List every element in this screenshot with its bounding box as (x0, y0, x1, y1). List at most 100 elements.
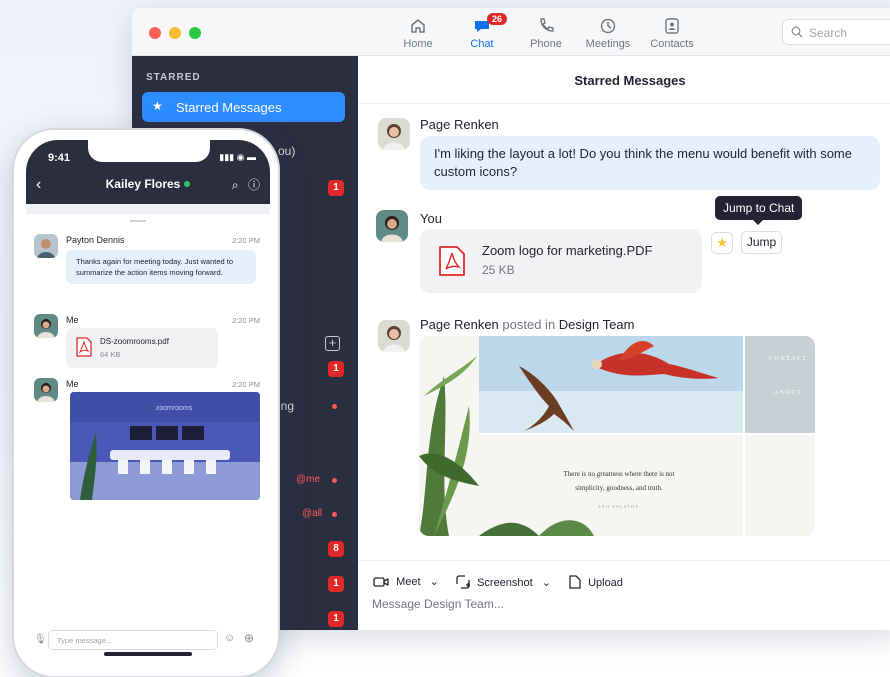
avatar[interactable] (34, 234, 58, 258)
quote-line-1: There is no greatness where there is not (564, 470, 675, 478)
file-attachment[interactable]: Zoom logo for marketing.PDF 25 KB (420, 229, 702, 293)
search-placeholder: Search (809, 26, 848, 40)
nav-about-text: ABOUT (774, 390, 802, 396)
sidebar-item-starred-messages[interactable]: ★ Starred Messages (142, 92, 345, 122)
phone-screen: 9:41 ▮▮▮ ◉ ▬ ‹ Kailey Flores ⌕ ⓘ Payton … (26, 140, 270, 662)
posted-in-text: posted in (502, 317, 556, 332)
file-name: DS-zoomrooms.pdf (100, 337, 169, 346)
shared-image[interactable]: CONTACT ABOUT There is no greatness wher… (419, 336, 815, 536)
upload-button[interactable]: Upload (569, 575, 623, 589)
quote-line-2: simplicity, goodness, and truth. (575, 484, 663, 492)
search-input[interactable]: Search (782, 19, 890, 45)
sender-name: Me (66, 315, 79, 325)
star-icon[interactable]: ★ (711, 232, 733, 254)
phone-notch (88, 140, 210, 162)
home-indicator (104, 652, 192, 656)
sender-name: Page Renken (420, 117, 499, 132)
unread-badge: 1 (328, 611, 344, 627)
mention-me-label: @me (296, 474, 321, 485)
shared-photo[interactable]: zoomrooms (70, 392, 260, 500)
mention-all-label: @all (302, 508, 323, 519)
nav-meetings[interactable]: Meetings (573, 16, 643, 50)
message-time: 2:20 PM (232, 236, 260, 245)
search-icon (791, 26, 803, 38)
phone-message-input[interactable]: Type message... (48, 630, 218, 650)
close-window-button[interactable] (149, 27, 161, 39)
channel-link[interactable]: Design Team (559, 317, 635, 332)
avatar-page-renken (378, 320, 410, 352)
minimize-window-button[interactable] (169, 27, 181, 39)
add-attachment-icon[interactable]: ⊕ (244, 631, 254, 645)
nav-home[interactable]: Home (383, 16, 453, 50)
maximize-window-button[interactable] (189, 27, 201, 39)
sidebar-item-label: Starred Messages (176, 100, 282, 115)
jump-button[interactable]: Jump (741, 231, 782, 254)
pdf-file-icon (439, 246, 465, 276)
chat-unread-badge: 26 (487, 13, 508, 25)
add-channel-icon[interactable]: + (325, 336, 340, 351)
nav-contacts[interactable]: Contacts (637, 16, 707, 50)
file-size: 64 KB (100, 350, 121, 359)
sidebar-section-starred: STARRED (146, 72, 201, 83)
signal-battery-icon: ▮▮▮ ◉ ▬ (219, 152, 256, 162)
unread-badge: 8 (328, 541, 344, 557)
message-time: 2:20 PM (232, 380, 260, 389)
avatar[interactable] (378, 320, 410, 352)
home-icon (411, 19, 425, 33)
meet-button[interactable]: Meet ⌄ (373, 575, 439, 588)
emoji-icon[interactable]: ☺ (224, 632, 235, 644)
message-bubble: I'm liking the layout a lot! Do you thin… (420, 136, 880, 190)
microphone-icon[interactable]: 🎙 (34, 634, 47, 645)
avatar[interactable] (376, 210, 408, 242)
phone-header: 9:41 ▮▮▮ ◉ ▬ ‹ Kailey Flores ⌕ ⓘ (26, 140, 270, 204)
avatar-me (34, 378, 58, 402)
unread-dot (332, 512, 337, 517)
avatar[interactable] (378, 118, 410, 150)
avatar[interactable] (34, 378, 58, 402)
avatar-payton-dennis (34, 234, 58, 258)
nav-home-label: Home (403, 38, 433, 50)
info-icon[interactable]: ⓘ (248, 178, 260, 192)
nav-meetings-label: Meetings (585, 38, 631, 50)
jump-to-chat-tooltip: Jump to Chat (715, 196, 803, 225)
screenshot-button[interactable]: Screenshot ⌄ (456, 575, 551, 589)
chevron-down-icon: ⌄ (429, 576, 439, 588)
meet-label: Meet (396, 576, 421, 588)
search-icon[interactable]: ⌕ (232, 178, 239, 192)
sidebar-item-self[interactable]: ou) (278, 144, 295, 158)
file-size: 25 KB (482, 263, 515, 277)
unread-dot (332, 478, 337, 483)
sender-name: Payton Dennis (66, 235, 125, 245)
online-status-dot (184, 181, 191, 187)
previous-message-edge (26, 204, 270, 214)
contact-name: Kailey Flores (105, 177, 181, 191)
file-attachment[interactable]: DS-zoomrooms.pdf 64 KB (66, 328, 218, 368)
screenshot-icon (456, 575, 470, 589)
star-icon: ★ (152, 99, 163, 113)
sender-name: You (420, 211, 442, 226)
nav-chat[interactable]: 26 Chat (447, 13, 517, 50)
divider (130, 220, 146, 222)
unread-badge: 1 (328, 180, 344, 196)
phone-icon (540, 18, 554, 32)
message-input[interactable]: Message Design Team... (372, 597, 504, 611)
video-camera-icon (373, 577, 389, 587)
main-panel: Starred Messages Page Renken I'm liking … (358, 56, 890, 630)
nav-phone[interactable]: Phone (511, 16, 581, 50)
file-upload-icon (569, 575, 581, 589)
nav-phone-label: Phone (530, 38, 562, 50)
avatar-you (376, 210, 408, 242)
avatar-page-renken (378, 118, 410, 150)
file-name: Zoom logo for marketing.PDF (482, 243, 653, 258)
message-composer: Meet ⌄ Screenshot ⌄ Upload Message Desig… (358, 560, 890, 630)
phone-header-actions: ⌕ ⓘ (232, 176, 260, 193)
sidebar-item-partial[interactable]: ing (278, 399, 294, 413)
avatar[interactable] (34, 314, 58, 338)
photo-wall-text: zoomrooms (156, 405, 193, 412)
screenshot-label: Screenshot (477, 577, 533, 589)
chevron-down-icon: ⌄ (541, 577, 551, 589)
phone-mockup: 9:41 ▮▮▮ ◉ ▬ ‹ Kailey Flores ⌕ ⓘ Payton … (12, 128, 280, 677)
zoom-room-photo: zoomrooms (70, 392, 260, 500)
page-title: Starred Messages (358, 56, 890, 104)
clock-icon (600, 18, 616, 34)
